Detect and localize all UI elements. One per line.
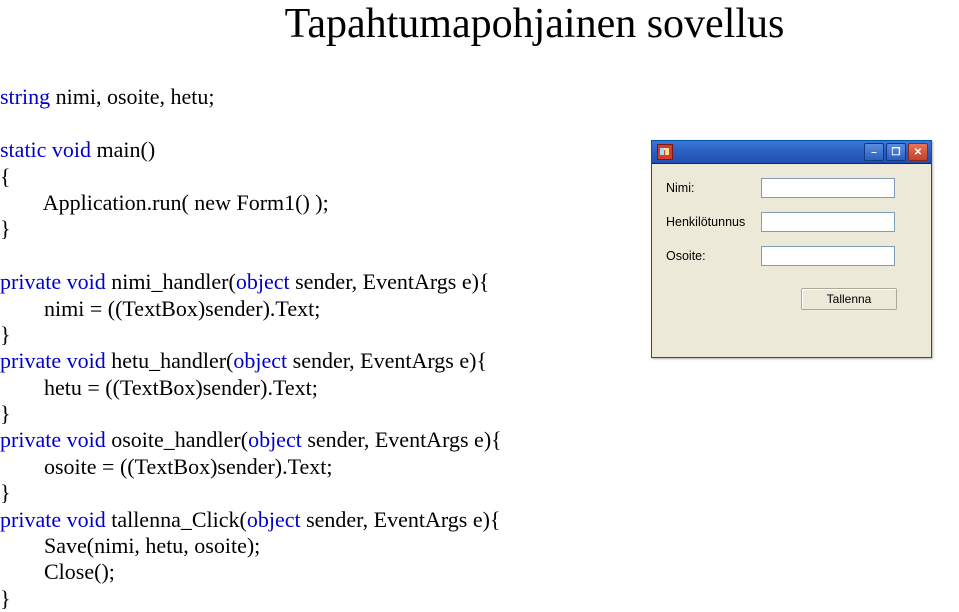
row-nimi: Nimi: bbox=[666, 178, 917, 198]
code-text: } bbox=[0, 216, 11, 241]
input-osoite[interactable] bbox=[761, 246, 895, 266]
maximize-button[interactable]: ❐ bbox=[886, 143, 906, 161]
code-text: Application.run( new Form1() ); bbox=[0, 190, 329, 215]
input-nimi[interactable] bbox=[761, 178, 895, 198]
window-controls: – ❐ ✕ bbox=[864, 143, 928, 161]
minimize-button[interactable]: – bbox=[864, 143, 884, 161]
row-osoite: Osoite: bbox=[666, 246, 917, 266]
code-keyword: private void bbox=[0, 507, 106, 532]
code-text: } bbox=[0, 586, 11, 611]
code-text: osoite_handler( bbox=[106, 427, 248, 452]
code-text: sender, EventArgs e){ bbox=[302, 427, 502, 452]
code-text: Save(nimi, hetu, osoite); bbox=[0, 533, 260, 558]
label-hetu: Henkilötunnus bbox=[666, 215, 761, 229]
code-text: nimi = ((TextBox)sender).Text; bbox=[0, 296, 320, 321]
save-button[interactable]: Tallenna bbox=[801, 288, 897, 310]
code-text: } bbox=[0, 480, 11, 505]
code-keyword: object bbox=[236, 269, 290, 294]
titlebar[interactable]: – ❐ ✕ bbox=[652, 141, 931, 164]
code-keyword: object bbox=[233, 348, 287, 373]
code-keyword: private void bbox=[0, 269, 106, 294]
app-icon bbox=[657, 144, 673, 160]
code-text: nimi, osoite, hetu; bbox=[50, 84, 214, 109]
label-osoite: Osoite: bbox=[666, 249, 761, 263]
row-save: Tallenna bbox=[666, 288, 917, 310]
form-window: – ❐ ✕ Nimi: Henkilötunnus Osoite: Tallen… bbox=[651, 140, 932, 358]
code-text: osoite = ((TextBox)sender).Text; bbox=[0, 454, 333, 479]
code-text: { bbox=[0, 164, 11, 189]
code-text: Close(); bbox=[0, 559, 115, 584]
input-hetu[interactable] bbox=[761, 212, 895, 232]
code-text: tallenna_Click( bbox=[106, 507, 247, 532]
close-button[interactable]: ✕ bbox=[908, 143, 928, 161]
code-text: sender, EventArgs e){ bbox=[287, 348, 487, 373]
code-text: } bbox=[0, 401, 11, 426]
code-text: nimi_handler( bbox=[106, 269, 236, 294]
code-text: hetu = ((TextBox)sender).Text; bbox=[0, 375, 318, 400]
code-text: } bbox=[0, 322, 11, 347]
code-keyword: static void bbox=[0, 137, 91, 162]
code-text: main() bbox=[91, 137, 155, 162]
label-nimi: Nimi: bbox=[666, 181, 761, 195]
page-title: Tapahtumapohjainen sovellus bbox=[0, 0, 959, 48]
row-hetu: Henkilötunnus bbox=[666, 212, 917, 232]
form-body: Nimi: Henkilötunnus Osoite: Tallenna bbox=[652, 164, 931, 324]
code-text: sender, EventArgs e){ bbox=[301, 507, 501, 532]
code-keyword: object bbox=[248, 427, 302, 452]
code-keyword: string bbox=[0, 84, 50, 109]
code-text: sender, EventArgs e){ bbox=[290, 269, 490, 294]
code-keyword: object bbox=[247, 507, 301, 532]
code-keyword: private void bbox=[0, 348, 106, 373]
code-block: string nimi, osoite, hetu; static void m… bbox=[0, 58, 502, 612]
code-keyword: private void bbox=[0, 427, 106, 452]
code-text: hetu_handler( bbox=[106, 348, 234, 373]
